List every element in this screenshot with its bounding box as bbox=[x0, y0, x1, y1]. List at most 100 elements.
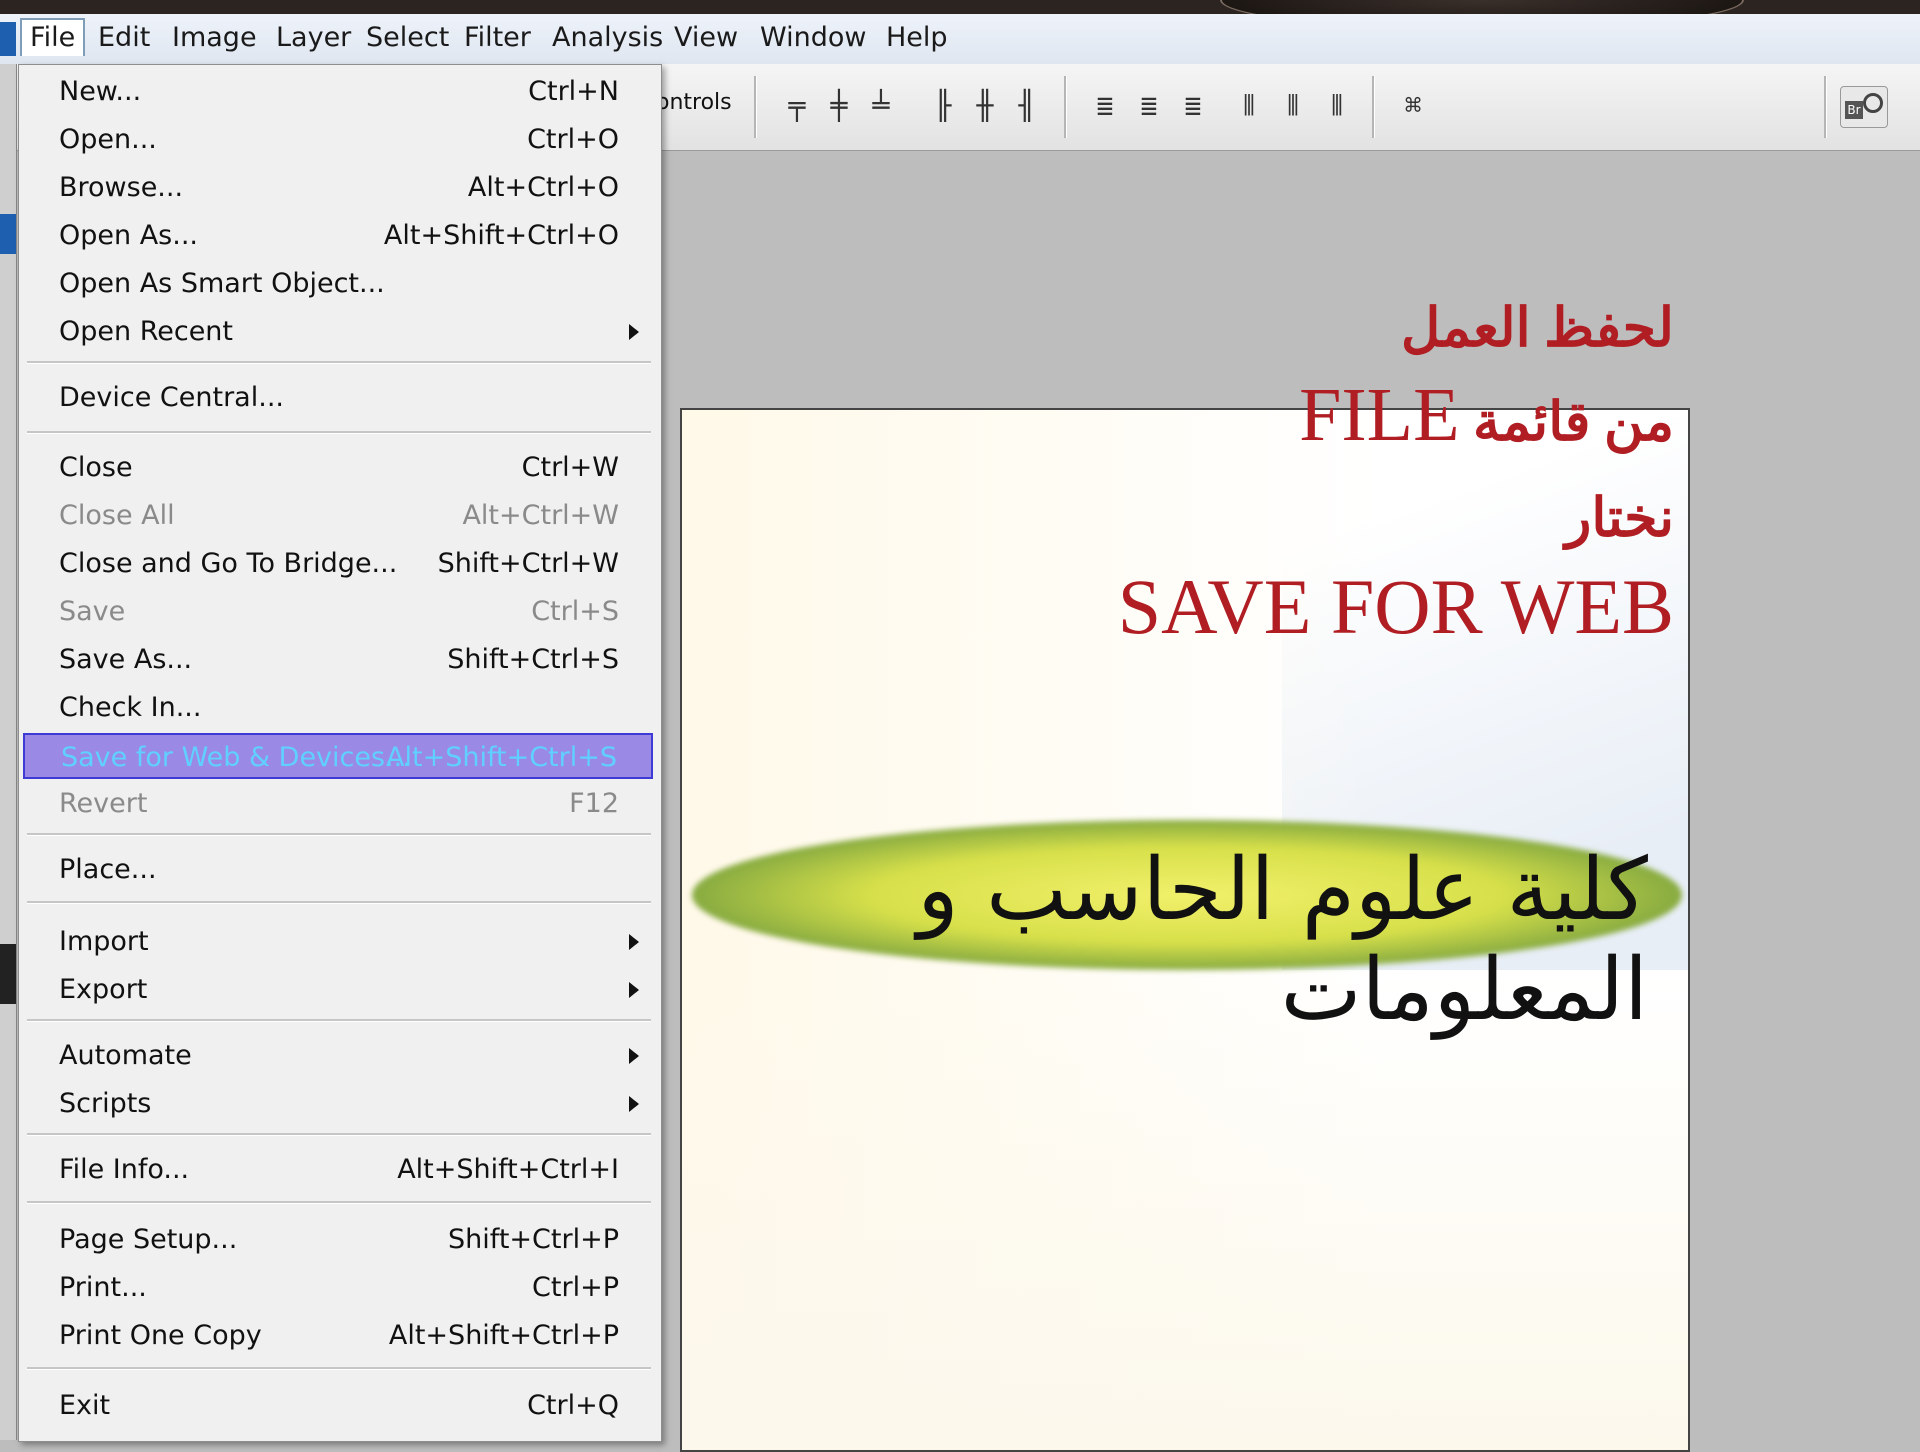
distribute-left-icon[interactable]: ⫴ bbox=[1234, 88, 1264, 124]
window-title-strip bbox=[0, 0, 1920, 30]
menu-item-label: Open Recent bbox=[59, 316, 234, 347]
menu-item-open-as[interactable]: Open As... Alt+Shift+Ctrl+O bbox=[23, 213, 653, 259]
menu-item-browse[interactable]: Browse... Alt+Ctrl+O bbox=[23, 165, 653, 211]
menu-item-save: Save Ctrl+S bbox=[23, 589, 653, 635]
auto-align-layers-icon[interactable]: ⌘ bbox=[1398, 88, 1428, 124]
instruction-line-2: من قائمة FILE bbox=[1299, 372, 1674, 459]
menu-item-print[interactable]: Print... Ctrl+P bbox=[23, 1265, 653, 1311]
menu-filter[interactable]: Filter bbox=[456, 20, 539, 56]
menu-separator bbox=[27, 833, 651, 836]
go-to-bridge-button[interactable]: Br bbox=[1840, 86, 1888, 128]
submenu-arrow-icon bbox=[629, 1096, 639, 1112]
align-left-icon[interactable]: ╟ bbox=[928, 88, 958, 124]
menu-separator bbox=[27, 1367, 651, 1370]
menu-window[interactable]: Window bbox=[752, 20, 874, 56]
canvas-background-bottom bbox=[682, 970, 1688, 1450]
menu-item-label: File Info... bbox=[59, 1154, 190, 1185]
instruction-line-3: نختار bbox=[1565, 488, 1674, 548]
options-separator bbox=[1372, 76, 1375, 138]
menu-item-open-as-smart-object[interactable]: Open As Smart Object... bbox=[23, 261, 653, 307]
instruction-from-menu: من قائمة bbox=[1473, 392, 1674, 452]
menu-item-automate[interactable]: Automate bbox=[23, 1033, 653, 1079]
menu-file[interactable]: File bbox=[20, 18, 86, 56]
menu-item-label: Device Central... bbox=[59, 382, 284, 413]
options-separator bbox=[1824, 76, 1827, 138]
menu-item-label: Save for Web & Devices... bbox=[61, 742, 411, 773]
menu-item-label: Close bbox=[59, 452, 133, 483]
menu-item-shortcut: Ctrl+W bbox=[521, 452, 619, 483]
menu-item-label: Scripts bbox=[59, 1088, 152, 1119]
menu-item-export[interactable]: Export bbox=[23, 967, 653, 1013]
tool-button[interactable] bbox=[0, 214, 16, 254]
align-top-icon[interactable]: ╤ bbox=[782, 88, 812, 124]
menu-item-shortcut: Ctrl+Q bbox=[527, 1390, 619, 1421]
menu-item-label: Print... bbox=[59, 1272, 147, 1303]
menu-item-place[interactable]: Place... bbox=[23, 847, 653, 893]
distribute-top-icon[interactable]: ≣ bbox=[1090, 88, 1120, 124]
menu-separator bbox=[27, 1019, 651, 1022]
instruction-file-word: FILE bbox=[1299, 373, 1460, 457]
menu-item-shortcut: Alt+Shift+Ctrl+P bbox=[388, 1320, 619, 1351]
menu-item-shortcut: Ctrl+P bbox=[532, 1272, 619, 1303]
align-bottom-icon[interactable]: ╧ bbox=[866, 88, 896, 124]
menu-item-device-central[interactable]: Device Central... bbox=[23, 375, 653, 421]
menu-item-close[interactable]: Close Ctrl+W bbox=[23, 445, 653, 491]
menu-item-import[interactable]: Import bbox=[23, 919, 653, 965]
align-right-icon[interactable]: ╢ bbox=[1012, 88, 1042, 124]
menu-item-label: Place... bbox=[59, 854, 157, 885]
submenu-arrow-icon bbox=[629, 324, 639, 340]
align-hcenter-icon[interactable]: ╫ bbox=[970, 88, 1000, 124]
menu-item-label: Close All bbox=[59, 500, 175, 531]
menu-item-open-recent[interactable]: Open Recent bbox=[23, 309, 653, 355]
menu-item-save-as[interactable]: Save As... Shift+Ctrl+S bbox=[23, 637, 653, 683]
menu-item-shortcut: Ctrl+O bbox=[527, 124, 619, 155]
menu-select[interactable]: Select bbox=[358, 20, 457, 56]
menu-item-shortcut: Alt+Shift+Ctrl+I bbox=[397, 1154, 619, 1185]
menu-item-close-and-go-to-bridge[interactable]: Close and Go To Bridge... Shift+Ctrl+W bbox=[23, 541, 653, 587]
menu-item-label: Revert bbox=[59, 788, 148, 819]
menu-item-shortcut: Shift+Ctrl+S bbox=[447, 644, 619, 675]
menu-item-print-one-copy[interactable]: Print One Copy Alt+Shift+Ctrl+P bbox=[23, 1313, 653, 1359]
distribute-bottom-icon[interactable]: ≣ bbox=[1178, 88, 1208, 124]
menu-edit[interactable]: Edit bbox=[90, 20, 158, 56]
menu-item-label: New... bbox=[59, 76, 142, 107]
align-vcenter-icon[interactable]: ╪ bbox=[824, 88, 854, 124]
menu-item-new[interactable]: New... Ctrl+N bbox=[23, 69, 653, 115]
menu-item-shortcut: Alt+Shift+Ctrl+O bbox=[383, 220, 619, 251]
menu-item-label: Save bbox=[59, 596, 126, 627]
distribute-hcenter-icon[interactable]: ⫴ bbox=[1278, 88, 1308, 124]
menu-item-label: Browse... bbox=[59, 172, 184, 203]
menu-separator bbox=[27, 1201, 651, 1204]
menu-item-label: Open As... bbox=[59, 220, 198, 251]
file-menu-dropdown: New... Ctrl+N Open... Ctrl+O Browse... Alt+… bbox=[18, 64, 662, 1442]
submenu-arrow-icon bbox=[629, 934, 639, 950]
menu-layer[interactable]: Layer bbox=[268, 20, 359, 56]
distribute-vcenter-icon[interactable]: ≣ bbox=[1134, 88, 1164, 124]
menu-item-file-info[interactable]: File Info... Alt+Shift+Ctrl+I bbox=[23, 1147, 653, 1193]
menu-item-label: Exit bbox=[59, 1390, 111, 1421]
distribute-right-icon[interactable]: ⫴ bbox=[1322, 88, 1352, 124]
menu-image[interactable]: Image bbox=[164, 20, 265, 56]
foreground-color-swatch[interactable] bbox=[0, 944, 16, 1004]
menu-help[interactable]: Help bbox=[878, 20, 956, 56]
menu-item-shortcut: Ctrl+S bbox=[531, 596, 619, 627]
menu-item-scripts[interactable]: Scripts bbox=[23, 1081, 653, 1127]
menu-item-check-in[interactable]: Check In... bbox=[23, 685, 653, 731]
menu-item-exit[interactable]: Exit Ctrl+Q bbox=[23, 1383, 653, 1429]
tools-panel bbox=[0, 64, 17, 1440]
menu-item-open[interactable]: Open... Ctrl+O bbox=[23, 117, 653, 163]
menu-item-label: Print One Copy bbox=[59, 1320, 262, 1351]
menu-item-label: Export bbox=[59, 974, 148, 1005]
menu-analysis[interactable]: Analysis bbox=[544, 20, 671, 56]
instruction-line-4: SAVE FOR WEB bbox=[1117, 563, 1674, 650]
options-separator bbox=[754, 76, 757, 138]
menu-item-save-for-web[interactable]: Save for Web & Devices... Alt+Shift+Ctrl+… bbox=[23, 733, 653, 779]
menu-item-label: Open As Smart Object... bbox=[59, 268, 385, 299]
calligraphy-banner: كلية علوم الحاسب و المعلومات bbox=[682, 780, 1688, 1040]
menu-item-label: Automate bbox=[59, 1040, 192, 1071]
transform-controls-label[interactable]: ontrols bbox=[656, 90, 732, 115]
menu-item-shortcut: Alt+Ctrl+O bbox=[467, 172, 619, 203]
menu-view[interactable]: View bbox=[666, 20, 746, 56]
menu-item-page-setup[interactable]: Page Setup... Shift+Ctrl+P bbox=[23, 1217, 653, 1263]
menu-item-revert: Revert F12 bbox=[23, 781, 653, 827]
